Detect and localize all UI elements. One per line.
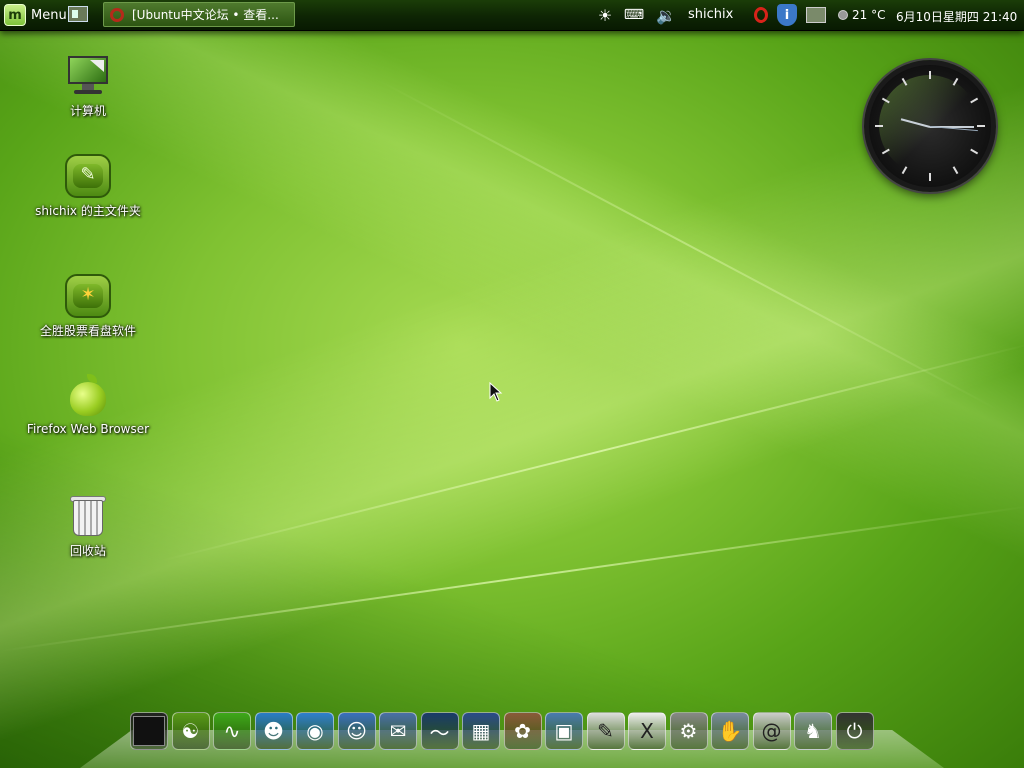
finder-icon[interactable]: ☺ [337,712,376,750]
main-menu-button[interactable]: m Menu [4,4,67,26]
desktop-icon-firefox[interactable]: Firefox Web Browser [8,374,168,436]
brightness-icon[interactable]: ☀ [595,5,615,25]
mail-at-icon[interactable]: @ [752,712,791,750]
desktop-icon-trash[interactable]: 回收站 [8,494,168,559]
network-icon[interactable]: ⌨ [624,5,644,25]
robot-arm-icon[interactable]: ✋ [711,712,749,750]
taskbar-window-title: [Ubuntu中文论坛 • 查看... [132,8,279,22]
system-preferences-icon[interactable]: ⚙ [669,712,708,750]
mail-stamp-icon[interactable]: ✉ [379,712,417,750]
network-icon[interactable]: ▣ [545,712,583,750]
analog-clock-widget[interactable] [864,60,996,192]
opera-icon [110,7,124,22]
dock: ☯ ∿ ☻ ◉ ☺ ✉ 〜 ▦ ✿ ▣ ✎ X ⚙ ✋ @ ♞ ⏻ [80,712,944,768]
stock-app-icon: ✶ [65,274,111,318]
top-panel: m Menu [Ubuntu中文论坛 • 查看... ☀ ⌨ 🔉 shichix… [0,0,1024,31]
desktop-icon-label: 全胜股票看盘软件 [39,324,136,338]
desktop-icon-home-folder[interactable]: ✎ shichix 的主文件夹 [8,154,168,219]
desktop-icon-label: 计算机 [69,104,106,118]
opensuse-icon[interactable]: ☯ [171,712,210,750]
activity-monitor-icon[interactable]: 〜 [420,712,459,750]
worm-icon[interactable]: ∿ [213,712,251,750]
menu-label: Menu [31,7,67,23]
desktop-icon-label: shichix 的主文件夹 [35,204,141,218]
apple-firefox-icon [65,374,111,418]
info-icon[interactable]: i [776,4,798,26]
temperature-label[interactable]: 21 °C [852,8,885,22]
computer-icon [65,54,111,98]
globe-icon[interactable]: ◉ [296,712,334,750]
username-label[interactable]: shichix [688,7,733,22]
volume-icon[interactable]: 🔉 [656,5,676,25]
desktop-icon-label: 回收站 [69,544,106,558]
wallpaper-streak [160,342,1024,562]
text-editor-icon[interactable]: ✎ [586,712,625,750]
photo-icon[interactable]: ✿ [503,712,542,750]
desktop-icon-stock-app[interactable]: ✶ 全胜股票看盘软件 [8,274,168,339]
desktop-icon-label: Firefox Web Browser [26,422,150,436]
opera-tray-icon[interactable] [751,5,771,25]
mint-logo-icon: m [4,4,26,26]
elephant-icon[interactable]: ♞ [794,712,832,750]
trash-icon [65,494,111,538]
panel-clock[interactable]: 6月10日星期四 21:40 [896,8,1017,25]
clapper-icon[interactable]: ▦ [462,712,500,750]
desktop-icon-computer[interactable]: 计算机 [8,54,168,119]
home-folder-icon: ✎ [65,154,111,198]
show-desktop-button[interactable] [68,6,88,22]
x11-icon[interactable]: X [628,712,666,750]
taskbar-window-button[interactable]: [Ubuntu中文论坛 • 查看... [103,2,295,27]
terminal-icon[interactable] [130,712,168,750]
messenger-icon[interactable]: ☻ [254,712,293,750]
weather-icon[interactable] [838,10,848,20]
network-monitor-icon[interactable] [806,5,826,25]
power-icon[interactable]: ⏻ [835,712,874,750]
